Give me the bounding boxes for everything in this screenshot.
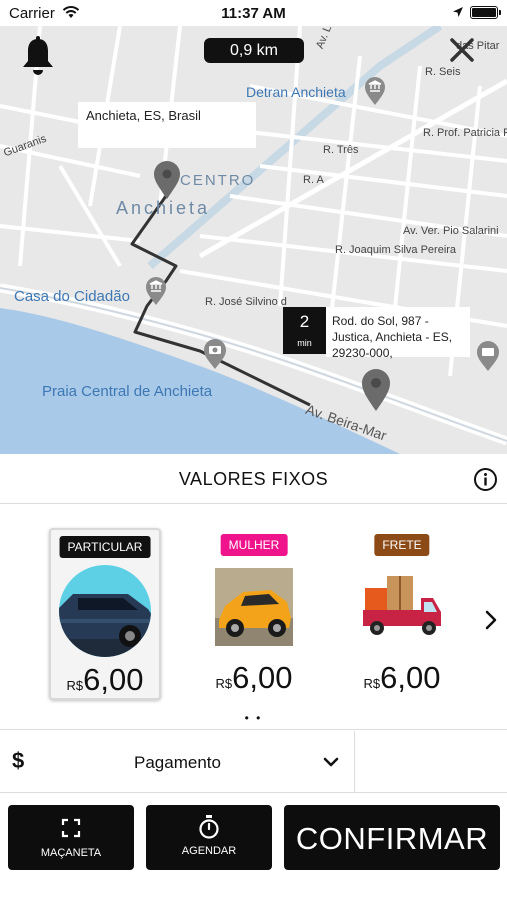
vehicle-options: PARTICULAR R$6,00 MULHER R$6,00 FRETE R$… xyxy=(0,504,507,730)
landmark-poi-icon[interactable] xyxy=(364,76,386,106)
option-badge: PARTICULAR xyxy=(59,536,151,558)
option-price: R$6,00 xyxy=(51,662,159,698)
option-badge: FRETE xyxy=(374,534,430,556)
price-value: 6,00 xyxy=(83,662,144,697)
map-label-r-jose: R. José Silvino d xyxy=(205,296,287,308)
fixed-values-header: VALORES FIXOS xyxy=(0,454,507,504)
option-price: R$6,00 xyxy=(346,660,458,696)
location-arrow-icon xyxy=(453,7,463,17)
payment-label[interactable]: Pagamento xyxy=(100,753,255,773)
option-badge: MULHER xyxy=(220,534,288,556)
section-title: VALORES FIXOS xyxy=(178,469,329,489)
expand-icon xyxy=(61,818,81,838)
map-label-detran: Detran Anchieta xyxy=(246,84,346,100)
eta-unit: min xyxy=(297,338,312,348)
battery-icon xyxy=(470,6,501,19)
clock: 11:37 AM xyxy=(221,5,286,22)
origin-address-box: Anchieta, ES, Brasil xyxy=(78,102,256,148)
map-label-casa-do-cidadao: Casa do Cidadão xyxy=(14,288,130,305)
car-icon xyxy=(59,565,151,657)
agendar-label: AGENDAR xyxy=(181,845,237,857)
distance-badge: 0,9 km xyxy=(204,38,304,63)
confirm-label: CONFIRMAR xyxy=(295,821,489,856)
agendar-button[interactable]: AGENDAR xyxy=(146,805,272,870)
macaneta-label: MAÇANETA xyxy=(40,847,102,859)
eta-badge: 2 min xyxy=(283,307,326,354)
map-label-r-prof: R. Prof. Patricia Ro xyxy=(423,127,507,139)
divider xyxy=(354,731,355,793)
map-label-r-tres: R. Três xyxy=(323,144,359,156)
map-label-anchieta: Anchieta xyxy=(116,198,211,218)
destination-address-box: Rod. do Sol, 987 - Justica, Anchieta - E… xyxy=(326,307,470,360)
atm-poi-icon[interactable] xyxy=(476,340,500,372)
chevron-right-icon[interactable] xyxy=(482,609,500,631)
map-label-r-joaquim: R. Joaquim Silva Pereira xyxy=(335,244,457,256)
option-price: R$6,00 xyxy=(198,660,310,696)
destination-pin-icon[interactable] xyxy=(361,368,391,412)
status-bar: Carrier 11:37 AM xyxy=(0,0,507,26)
payment-row[interactable]: $ Pagamento xyxy=(0,731,507,793)
notification-bell-icon[interactable] xyxy=(20,36,56,76)
origin-pin-icon[interactable] xyxy=(153,160,181,200)
option-mulher[interactable]: MULHER R$6,00 xyxy=(198,528,310,700)
landmark-poi-icon[interactable] xyxy=(145,276,167,306)
macaneta-button[interactable]: MAÇANETA xyxy=(8,805,134,870)
origin-address: Anchieta, ES, Brasil xyxy=(86,108,201,123)
chevron-down-icon[interactable] xyxy=(322,755,340,769)
price-value: 6,00 xyxy=(380,660,441,695)
info-icon[interactable] xyxy=(473,467,498,492)
currency-symbol: R$ xyxy=(363,676,381,691)
map-label-centro: CENTRO xyxy=(180,172,256,189)
map-label-praia: Praia Central de Anchieta xyxy=(42,383,213,400)
option-frete[interactable]: FRETE R$6,00 xyxy=(346,528,458,700)
timer-icon xyxy=(199,815,219,839)
map-label-r-a: R. A xyxy=(303,174,324,186)
truck-icon xyxy=(363,576,441,635)
map-view[interactable]: Av. Lest das Pitar R. Seis Detran Anchie… xyxy=(0,26,507,454)
dollar-icon: $ xyxy=(12,748,25,773)
option-particular[interactable]: PARTICULAR R$6,00 xyxy=(49,528,161,700)
suv-icon xyxy=(215,568,293,646)
currency-symbol: R$ xyxy=(66,678,84,693)
destination-address: Rod. do Sol, 987 - Justica, Anchieta - E… xyxy=(332,314,453,360)
camera-poi-icon[interactable] xyxy=(203,338,227,370)
pagination-dots[interactable]: • • xyxy=(0,711,507,725)
eta-value: 2 xyxy=(299,312,310,331)
map-label-r-seis: R. Seis xyxy=(425,66,461,78)
map-label-av-pio: Av. Ver. Pio Salarini xyxy=(403,225,499,237)
currency-symbol: R$ xyxy=(215,676,233,691)
price-value: 6,00 xyxy=(232,660,293,695)
confirm-button[interactable]: CONFIRMAR xyxy=(284,805,500,870)
close-icon[interactable] xyxy=(448,36,476,64)
